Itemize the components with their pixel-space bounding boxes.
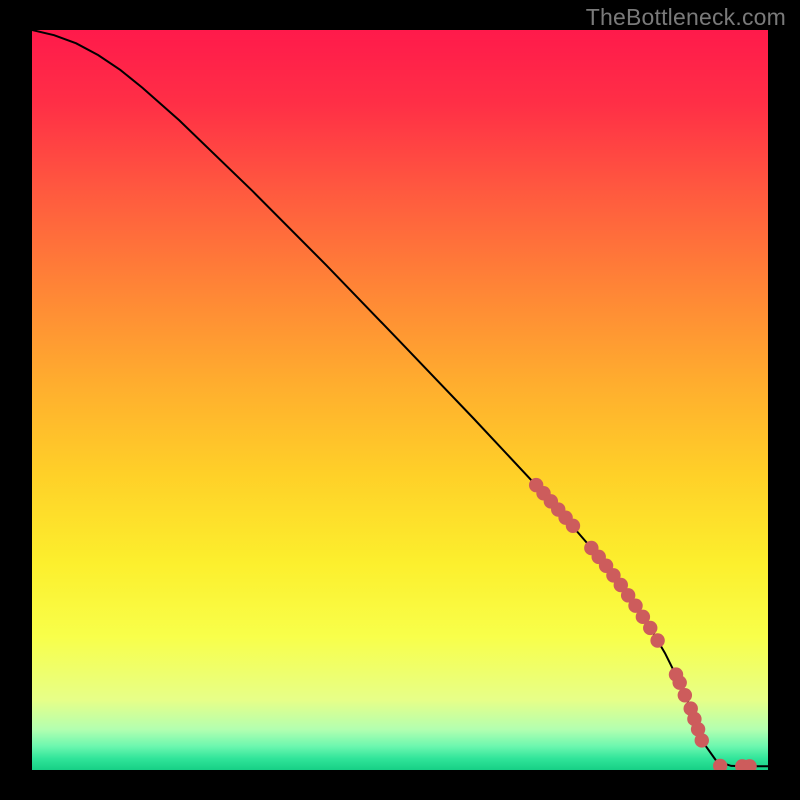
chart-svg xyxy=(32,30,768,770)
data-marker xyxy=(650,633,664,647)
gradient-background xyxy=(32,30,768,770)
data-marker xyxy=(672,675,686,689)
data-marker xyxy=(566,519,580,533)
watermark-text: TheBottleneck.com xyxy=(586,4,786,31)
chart-frame: TheBottleneck.com xyxy=(0,0,800,800)
plot-area xyxy=(32,30,768,770)
data-marker xyxy=(695,733,709,747)
data-marker xyxy=(643,621,657,635)
data-marker xyxy=(678,688,692,702)
